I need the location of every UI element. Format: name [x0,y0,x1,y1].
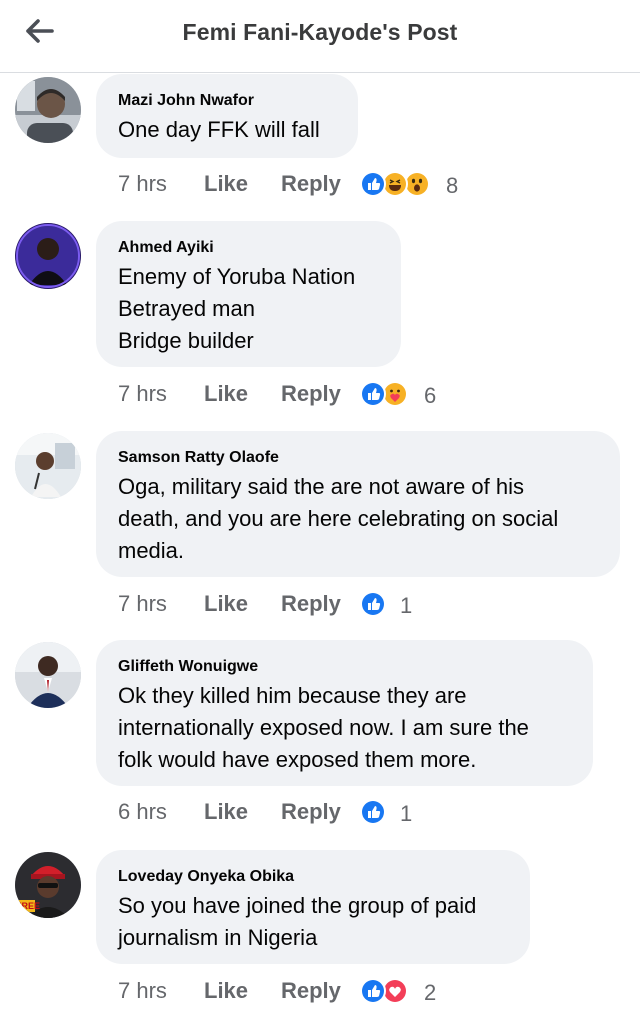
comment-author[interactable]: Gliffeth Wonuigwe [118,657,571,677]
like-reaction-icon [360,591,386,617]
reaction-count: 2 [424,980,437,1005]
like-button[interactable]: Like [204,379,248,409]
comment-author[interactable]: Ahmed Ayiki [118,238,379,258]
page-title: Femi Fani-Kayode's Post [182,19,458,45]
comment-bubble: Ahmed Ayiki Enemy of Yoruba Nation Betra… [96,221,401,367]
reaction-count: 6 [424,383,437,408]
avatar[interactable] [15,77,81,143]
reaction-count: 1 [400,593,413,618]
comment-author[interactable]: Mazi John Nwafor [118,91,336,111]
avatar-badge-text: FREE [16,901,41,911]
comment-bubble: Loveday Onyeka Obika So you have joined … [96,850,530,964]
like-reaction-icon [360,799,386,825]
comment-author[interactable]: Samson Ratty Olaofe [118,448,598,468]
comment-bubble: Gliffeth Wonuigwe Ok they killed him bec… [96,640,593,786]
reply-button[interactable]: Reply [281,169,341,199]
like-button[interactable]: Like [204,797,248,827]
avatar[interactable] [15,642,81,708]
post-header: Femi Fani-Kayode's Post [0,0,640,73]
reaction-count: 8 [446,173,459,198]
comment-bubble: Samson Ratty Olaofe Oga, military said t… [96,431,620,577]
comment-timestamp[interactable]: 7 hrs [118,169,167,199]
comment-bubble: Mazi John Nwafor One day FFK will fall [96,74,358,158]
like-reaction-icon [360,171,386,197]
reply-button[interactable]: Reply [281,589,341,619]
comment-author[interactable]: Loveday Onyeka Obika [118,867,508,887]
comment-timestamp[interactable]: 7 hrs [118,589,167,619]
like-reaction-icon [360,978,386,1004]
comment-timestamp[interactable]: 7 hrs [118,976,167,1006]
comment-text: Enemy of Yoruba Nation Betrayed man Brid… [118,264,356,353]
comment-text: One day FFK will fall [118,117,320,142]
like-reaction-icon [360,381,386,407]
comment-text: Ok they killed him because they are inte… [118,683,529,772]
reaction-count: 1 [400,801,413,826]
like-button[interactable]: Like [204,589,248,619]
reply-button[interactable]: Reply [281,797,341,827]
comment-timestamp[interactable]: 6 hrs [118,797,167,827]
comment-text: So you have joined the group of paid jou… [118,893,477,950]
like-button[interactable]: Like [204,169,248,199]
avatar[interactable] [15,433,81,499]
reply-button[interactable]: Reply [281,379,341,409]
comment-timestamp[interactable]: 7 hrs [118,379,167,409]
like-button[interactable]: Like [204,976,248,1006]
avatar[interactable]: FREE [15,852,81,918]
reply-button[interactable]: Reply [281,976,341,1006]
comment-text: Oga, military said the are not aware of … [118,474,559,563]
avatar[interactable] [15,223,81,289]
